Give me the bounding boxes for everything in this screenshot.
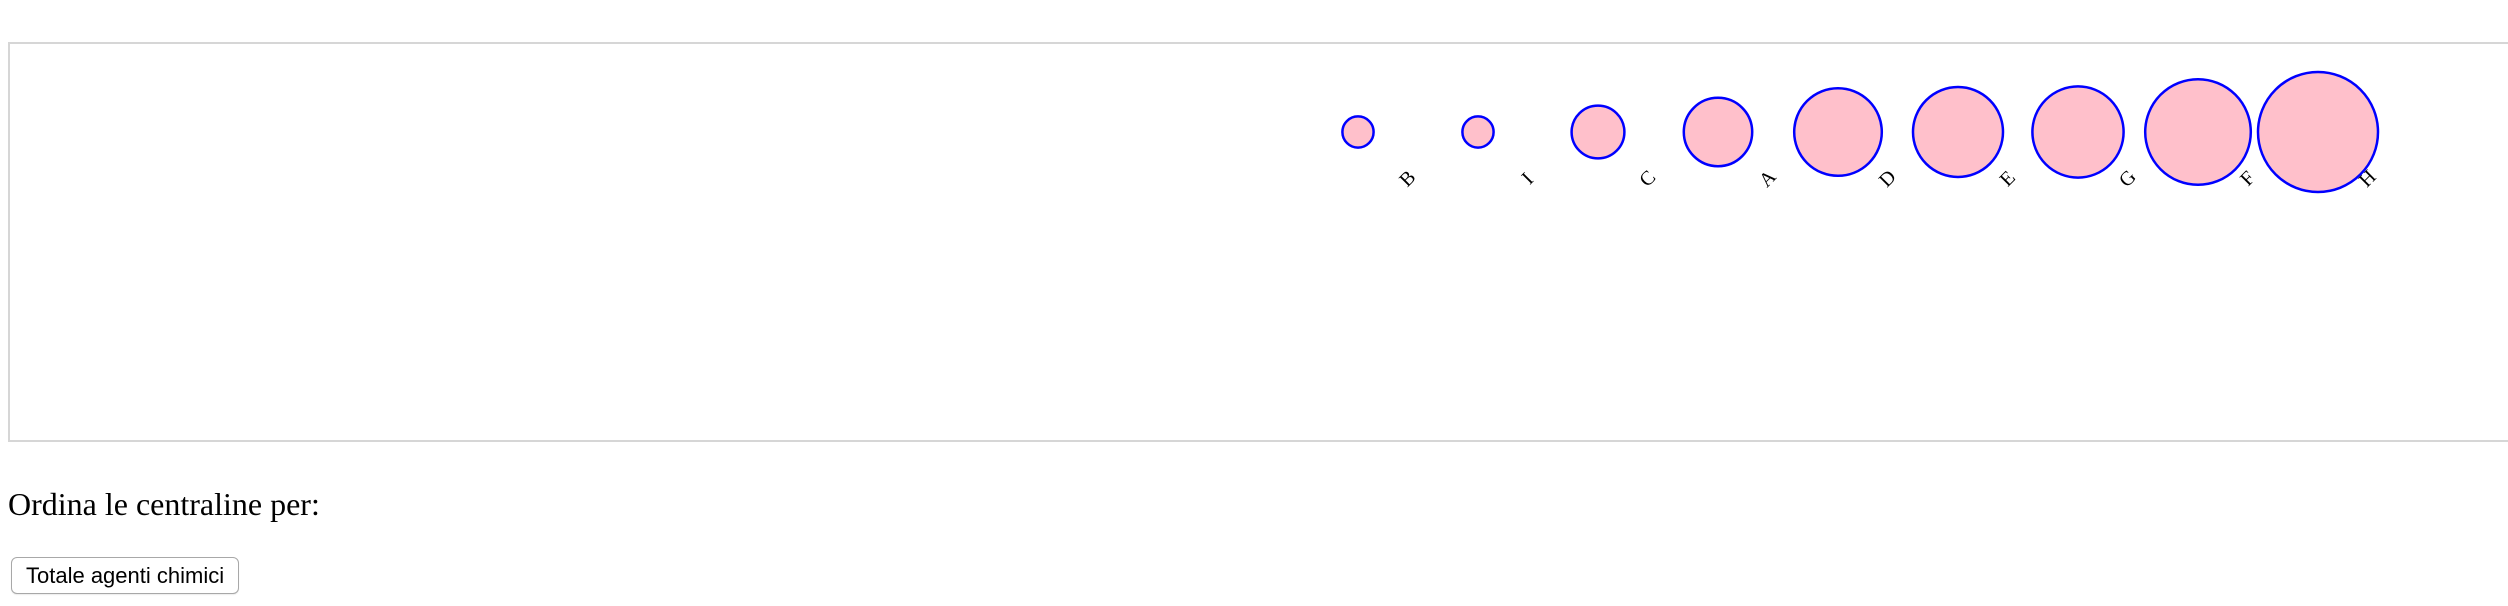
chart-frame: BICADEGFH bbox=[8, 42, 2508, 442]
bubble-D bbox=[1792, 86, 1884, 178]
bubble-label-B: B bbox=[1395, 166, 1420, 191]
bubble-G bbox=[2031, 85, 2125, 179]
bubble-label-G: G bbox=[2115, 166, 2141, 192]
bubble-F bbox=[2143, 77, 2253, 187]
bubble-A bbox=[1682, 96, 1754, 168]
bubble-C bbox=[1570, 104, 1626, 160]
bubble-B bbox=[1341, 115, 1375, 149]
bubble-label-E: E bbox=[1996, 167, 2020, 191]
sort-by-label: Ordina le centraline per: bbox=[8, 486, 320, 522]
bubble-label-C: C bbox=[1635, 166, 1660, 191]
sort-total-chemical-agents-button[interactable]: Totale agenti chimici bbox=[11, 557, 240, 594]
bubble-I bbox=[1461, 115, 1495, 149]
bubble-label-D: D bbox=[1875, 166, 1901, 192]
bubble-label-A: A bbox=[1755, 165, 1781, 191]
bubble-chart: BICADEGFH bbox=[1341, 70, 2381, 194]
bubble-label-F: F bbox=[2236, 167, 2259, 190]
bubble-label-I: I bbox=[1518, 169, 1538, 189]
bubble-E bbox=[1911, 85, 2005, 179]
